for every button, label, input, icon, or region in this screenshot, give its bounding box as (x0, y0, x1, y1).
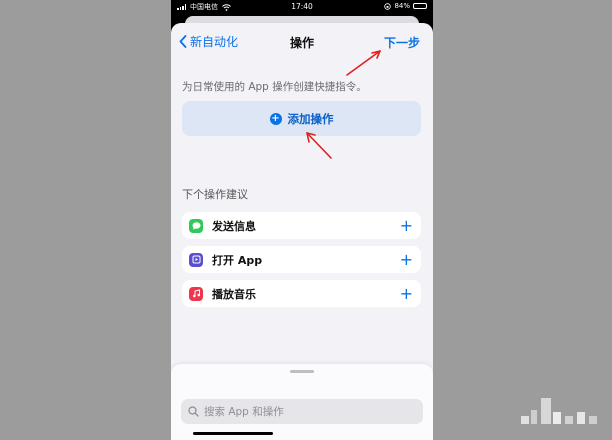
phone-screen: 中国电信 17:40 84% 新自动化 操作 下一步 为日常使用的 App 操作… (171, 0, 433, 440)
suggestion-label: 打开 App (212, 253, 263, 267)
orientation-lock-icon (384, 2, 392, 10)
battery-icon (413, 3, 427, 9)
next-button[interactable]: 下一步 (384, 34, 420, 51)
sheet-grabber[interactable] (290, 370, 314, 373)
suggestion-open-app[interactable]: 打开 App + (182, 246, 421, 273)
search-bar[interactable] (181, 399, 423, 424)
plus-icon[interactable]: + (400, 285, 413, 302)
suggestion-send-message[interactable]: 发送信息 + (182, 212, 421, 239)
music-icon (189, 286, 203, 301)
status-bar: 中国电信 17:40 84% (171, 0, 433, 14)
open-app-icon (189, 252, 203, 267)
search-input[interactable] (204, 405, 423, 418)
suggestions-header: 下个操作建议 (182, 188, 248, 201)
nav-bar: 新自动化 操作 下一步 (171, 23, 433, 63)
description-text: 为日常使用的 App 操作创建快捷指令。 (182, 81, 367, 93)
watermark-pixels (521, 398, 597, 424)
add-action-button[interactable]: + 添加操作 (182, 101, 421, 136)
search-icon (188, 406, 199, 417)
messages-icon (189, 218, 203, 233)
search-sheet (171, 364, 433, 440)
suggestion-play-music[interactable]: 播放音乐 + (182, 280, 421, 307)
plus-icon[interactable]: + (400, 217, 413, 234)
suggestion-label: 播放音乐 (212, 287, 256, 301)
plus-icon[interactable]: + (400, 251, 413, 268)
home-indicator (193, 432, 273, 435)
suggestion-label: 发送信息 (212, 219, 256, 233)
battery-percent: 84% (394, 2, 410, 10)
status-right: 84% (384, 2, 427, 10)
plus-circle-icon: + (269, 112, 282, 125)
add-action-label: 添加操作 (287, 111, 334, 126)
